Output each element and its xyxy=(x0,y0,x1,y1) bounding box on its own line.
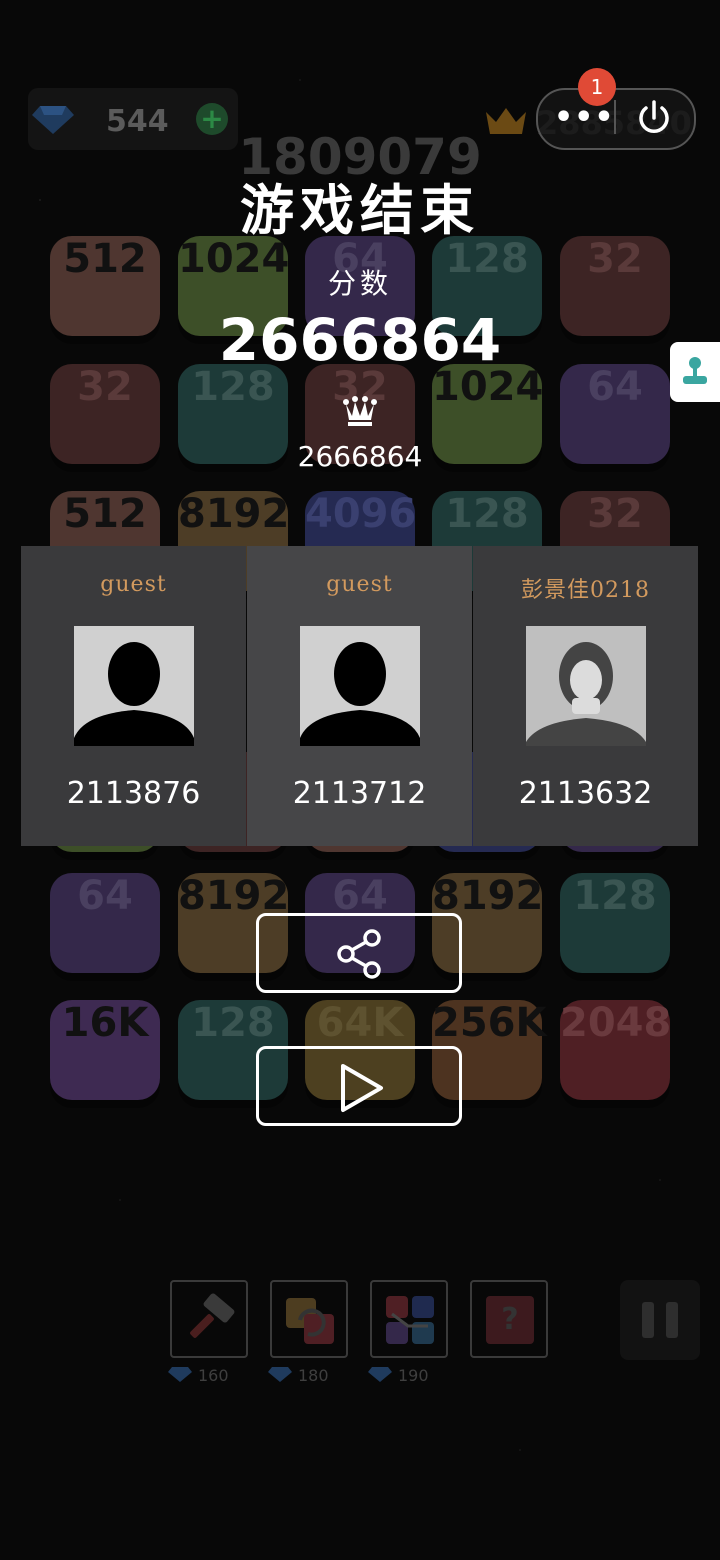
pause-icon-bar xyxy=(666,1302,678,1338)
silhouette-icon xyxy=(300,626,420,746)
notification-badge: 1 xyxy=(578,68,616,106)
tile: 2048 xyxy=(560,1000,671,1100)
final-score: 2666864 xyxy=(218,306,502,374)
tile: 64 xyxy=(50,873,160,973)
shuffle-tool-button[interactable] xyxy=(370,1280,448,1358)
share-button[interactable] xyxy=(256,913,462,993)
side-widget[interactable] xyxy=(670,342,720,402)
pause-button[interactable] xyxy=(620,1280,700,1360)
hint-tool-button[interactable]: ? xyxy=(470,1280,548,1358)
tile: 128 xyxy=(560,873,670,973)
play-icon xyxy=(341,1064,383,1112)
undo-tool-button[interactable] xyxy=(270,1280,348,1358)
tile: 16K xyxy=(50,1000,160,1100)
replay-button[interactable] xyxy=(256,1046,462,1126)
best-score-value: 2666864 xyxy=(297,440,423,473)
leaderboard-entry[interactable]: 彭景佳0218 2113632 xyxy=(473,546,698,846)
leaderboard-entry[interactable]: guest 2113876 xyxy=(21,546,246,846)
leaderboard: guest 2113876 guest 2113712 彭景佳0218 2113… xyxy=(21,546,698,846)
leaderboard-entry[interactable]: guest 2113712 xyxy=(247,546,472,846)
score-label: 分数 xyxy=(327,267,392,300)
shuffle-icon xyxy=(386,1296,434,1344)
gem-icon xyxy=(268,1367,292,1382)
game-over-title: 游戏结束 xyxy=(240,178,480,242)
question-icon: ? xyxy=(486,1296,534,1344)
gem-icon xyxy=(368,1367,392,1382)
player-score: 2113632 xyxy=(518,776,653,811)
hammer-tool-button[interactable] xyxy=(170,1280,248,1358)
share-icon xyxy=(337,929,381,979)
undo-icon xyxy=(286,1298,334,1344)
player-name: 彭景佳0218 xyxy=(521,578,650,603)
tool-cost: 180 xyxy=(298,1366,329,1385)
player-name: guest xyxy=(100,572,167,597)
queen-crown-icon xyxy=(343,396,377,426)
tool-cost: 160 xyxy=(198,1366,229,1385)
hammer-icon xyxy=(190,1293,235,1338)
joystick-icon xyxy=(683,357,707,384)
player-score: 2113876 xyxy=(66,776,201,811)
player-name: guest xyxy=(326,572,393,597)
player-score: 2113712 xyxy=(292,776,427,811)
pause-icon xyxy=(642,1302,654,1338)
default-avatar-icon xyxy=(526,626,646,746)
gem-icon xyxy=(168,1367,192,1382)
tool-cost: 190 xyxy=(398,1366,429,1385)
silhouette-icon xyxy=(74,626,194,746)
